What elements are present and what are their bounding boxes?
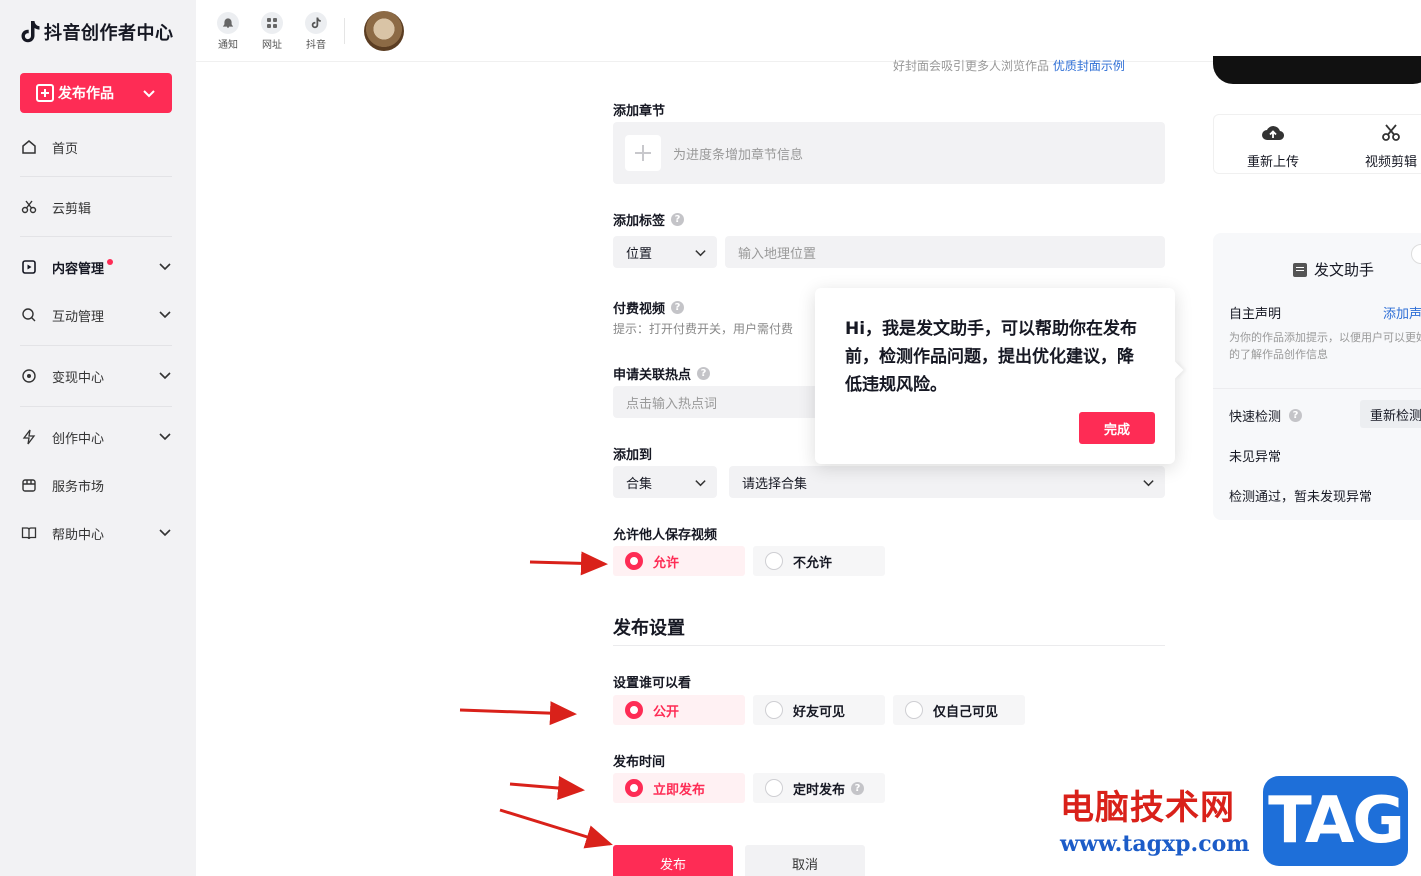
arrow-to-public	[459, 701, 577, 726]
site-watermark: 电脑技术网 www.tagxp.com	[1060, 780, 1250, 857]
watermark-site-name: 电脑技术网	[1060, 788, 1235, 828]
annotation-arrows	[459, 551, 613, 849]
watermark-site-url: www.tagxp.com	[1060, 831, 1250, 857]
watermark-tag-logo: TAG	[1263, 776, 1408, 866]
arrow-to-publish-now	[509, 776, 585, 800]
arrow-to-publish-button	[499, 808, 613, 849]
arrow-to-allow	[529, 551, 608, 576]
